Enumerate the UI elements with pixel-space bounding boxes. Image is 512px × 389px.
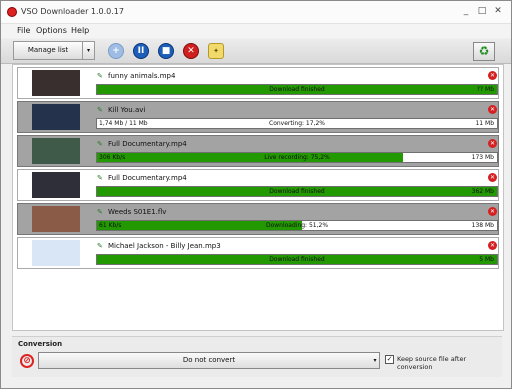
app-window: VSO Downloader 1.0.0.17 _ □ ✕ File Optio…	[0, 0, 512, 389]
remove-item-icon[interactable]: ✕	[488, 241, 497, 250]
edit-icon[interactable]: ✎	[97, 242, 105, 250]
progress-status: Downloading: 51,2%	[265, 222, 329, 229]
keep-source-label: Keep source file after conversion	[397, 355, 467, 371]
recycle-icon[interactable]: ♻	[473, 42, 495, 61]
file-size: ?? Mb	[476, 86, 494, 93]
download-item[interactable]: ✎ Full Documentary.mp4 ✕ 306 Kb/s Live r…	[17, 135, 499, 167]
no-conversion-icon: ⊘	[20, 354, 34, 368]
edit-icon[interactable]: ✎	[97, 72, 105, 80]
video-thumbnail	[32, 104, 80, 130]
edit-icon[interactable]: ✎	[97, 174, 105, 182]
edit-icon[interactable]: ✎	[97, 140, 105, 148]
conversion-panel: Conversion ⊘ Do not convert ▾ ✓ Keep sou…	[12, 336, 502, 377]
file-size: 138 Mb	[471, 222, 494, 229]
progress-bar: 1,74 Mb / 11 Mb Converting: 17,2% 11 Mb	[96, 118, 498, 129]
progress-status: Download finished	[269, 256, 325, 263]
remove-item-icon[interactable]: ✕	[488, 207, 497, 216]
progress-bar: Download finished 5 Mb	[96, 254, 498, 265]
manage-list-button[interactable]: Manage list	[13, 41, 83, 60]
edit-icon[interactable]: ✎	[97, 106, 105, 114]
file-name: Kill You.avi	[108, 106, 146, 114]
title-bar: VSO Downloader 1.0.0.17 _ □ ✕	[1, 1, 511, 24]
maximize-button[interactable]: □	[475, 6, 489, 17]
file-size: 362 Mb	[471, 188, 494, 195]
audio-disc-thumbnail	[32, 240, 80, 266]
cancel-icon[interactable]: ✕	[183, 43, 199, 59]
minimize-button[interactable]: _	[459, 6, 473, 17]
clean-list-icon[interactable]: ✦	[208, 43, 224, 59]
download-item[interactable]: ✎ Kill You.avi ✕ 1,74 Mb / 11 Mb Convert…	[17, 101, 499, 133]
toolbar: Manage list ▾ + II ■ ✕ ✦ ♻	[1, 39, 511, 64]
vso-app-icon	[7, 7, 17, 17]
menu-options[interactable]: Options	[36, 26, 67, 35]
video-thumbnail	[32, 172, 80, 198]
pause-icon[interactable]: II	[133, 43, 149, 59]
progress-bar: 306 Kb/s Live recording: 75,2% 173 Mb	[96, 152, 498, 163]
progress-bar: 61 Kb/s Downloading: 51,2% 138 Mb	[96, 220, 498, 231]
stop-icon[interactable]: ■	[158, 43, 174, 59]
keep-source-checkbox[interactable]: ✓	[385, 355, 394, 364]
video-thumbnail	[32, 206, 80, 232]
remove-item-icon[interactable]: ✕	[488, 105, 497, 114]
video-thumbnail	[32, 70, 80, 96]
file-name: Full Documentary.mp4	[108, 174, 187, 182]
menu-file[interactable]: File	[17, 26, 30, 35]
progress-status: Live recording: 75,2%	[264, 154, 330, 161]
remove-item-icon[interactable]: ✕	[488, 71, 497, 80]
progress-status: Download finished	[269, 86, 325, 93]
file-name: Full Documentary.mp4	[108, 140, 187, 148]
conversion-label: Conversion	[18, 340, 63, 348]
edit-icon[interactable]: ✎	[97, 208, 105, 216]
download-item[interactable]: ✎ Michael Jackson - Billy Jean.mp3 ✕ Dow…	[17, 237, 499, 269]
progress-bar: Download finished ?? Mb	[96, 84, 498, 95]
file-name: Weeds S01E1.flv	[108, 208, 167, 216]
conversion-select[interactable]: Do not convert	[38, 352, 380, 369]
window-title: VSO Downloader 1.0.0.17	[21, 7, 124, 16]
menu-bar: File Options Help	[1, 24, 511, 38]
download-list: ✎ funny animals.mp4 ✕ Download finished …	[12, 64, 504, 331]
progress-bar: Download finished 362 Mb	[96, 186, 498, 197]
file-size: 11 Mb	[475, 120, 494, 127]
download-item[interactable]: ✎ Full Documentary.mp4 ✕ Download finish…	[17, 169, 499, 201]
menu-help[interactable]: Help	[71, 26, 89, 35]
chevron-down-icon[interactable]: ▾	[370, 352, 380, 369]
file-size: 173 Mb	[471, 154, 494, 161]
video-thumbnail	[32, 138, 80, 164]
progress-status: Converting: 17,2%	[269, 120, 325, 127]
remove-item-icon[interactable]: ✕	[488, 139, 497, 148]
file-name: Michael Jackson - Billy Jean.mp3	[108, 242, 221, 250]
add-download-icon[interactable]: +	[108, 43, 124, 59]
download-item[interactable]: ✎ Weeds S01E1.flv ✕ 61 Kb/s Downloading:…	[17, 203, 499, 235]
progress-status: Download finished	[269, 188, 325, 195]
manage-list-dropdown[interactable]: ▾	[83, 41, 95, 60]
download-item[interactable]: ✎ funny animals.mp4 ✕ Download finished …	[17, 67, 499, 99]
file-size: 5 Mb	[479, 256, 494, 263]
remove-item-icon[interactable]: ✕	[488, 173, 497, 182]
file-name: funny animals.mp4	[108, 72, 176, 80]
close-button[interactable]: ✕	[491, 6, 505, 17]
